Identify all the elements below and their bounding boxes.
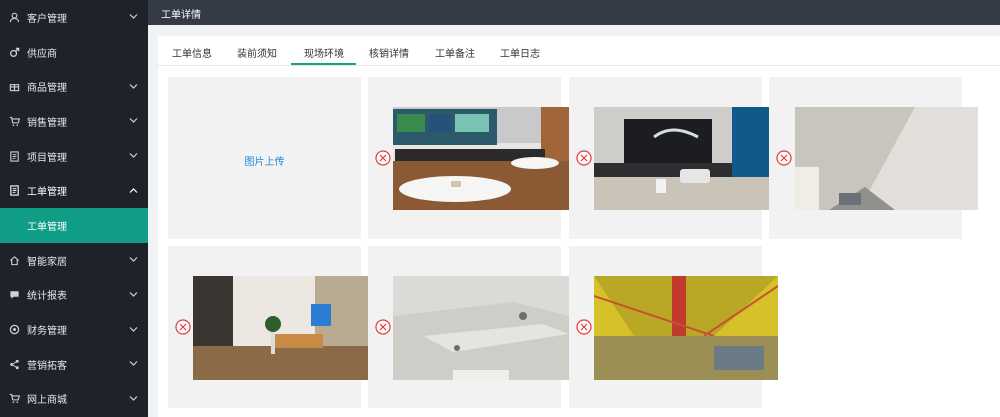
chevron-down-icon <box>129 12 138 23</box>
chevron-down-icon <box>129 289 138 300</box>
active-tab-indicator <box>291 63 356 65</box>
photo-card <box>368 77 569 239</box>
tab-site-environment[interactable]: 现场环境 <box>304 45 344 60</box>
chevron-down-icon <box>129 393 138 404</box>
photo-living-room-tv[interactable] <box>393 107 569 210</box>
chevron-down-icon <box>129 255 138 266</box>
photo-card <box>368 246 569 408</box>
sidebar-item-finance[interactable]: 财务管理 <box>0 312 148 347</box>
chevron-down-icon <box>129 324 138 335</box>
tab-order-notes[interactable]: 工单备注 <box>435 45 475 60</box>
sidebar-item-label: 客户管理 <box>27 13 67 25</box>
sidebar-item-label: 项目管理 <box>27 152 67 164</box>
chevron-down-icon <box>129 81 138 92</box>
sidebar-item-label: 营销拓客 <box>27 360 67 372</box>
delete-photo-icon[interactable] <box>576 319 592 335</box>
photo-living-room[interactable] <box>193 276 369 380</box>
sidebar-item-marketing[interactable]: 营销拓客 <box>0 347 148 382</box>
home-icon <box>8 254 20 266</box>
photo-ceiling-downlight[interactable] <box>393 276 569 380</box>
chevron-up-icon <box>129 185 138 196</box>
photo-projector-room[interactable] <box>594 107 770 210</box>
sidebar-item-sales[interactable]: 销售管理 <box>0 104 148 139</box>
tab-bar: 工单信息 装前须知 现场环境 核销详情 工单备注 工单日志 <box>158 36 1000 66</box>
cart-icon <box>8 115 20 127</box>
delete-photo-icon[interactable] <box>375 319 391 335</box>
sidebar: 客户管理 供应商 商品管理 销售管理 项目管理 工单管理 工单管理 智能家居 统… <box>0 0 148 417</box>
sidebar-subitem-work-orders[interactable]: 工单管理 <box>0 208 148 243</box>
photo-card <box>168 246 369 408</box>
delete-photo-icon[interactable] <box>576 150 592 166</box>
message-icon <box>8 289 20 301</box>
sidebar-item-work-orders[interactable]: 工单管理 <box>0 173 148 208</box>
sidebar-item-label: 销售管理 <box>27 117 67 129</box>
user-icon <box>8 11 20 23</box>
sidebar-item-online-store[interactable]: 网上商城 <box>0 382 148 417</box>
sidebar-item-reports[interactable]: 统计报表 <box>0 278 148 313</box>
sidebar-item-projects[interactable]: 项目管理 <box>0 139 148 174</box>
tab-pre-install-notes[interactable]: 装前须知 <box>237 45 277 60</box>
upload-label: 图片上传 <box>244 157 285 168</box>
photo-card <box>569 77 770 239</box>
tab-order-info[interactable]: 工单信息 <box>172 45 212 60</box>
tab-order-log[interactable]: 工单日志 <box>500 45 540 60</box>
chevron-down-icon <box>129 359 138 370</box>
photo-construction-ceiling[interactable] <box>594 276 778 380</box>
photo-ceiling-corner[interactable] <box>795 107 978 210</box>
tab-verification-details[interactable]: 核销详情 <box>369 45 409 60</box>
settings-icon <box>8 324 20 336</box>
delete-photo-icon[interactable] <box>175 319 191 335</box>
sidebar-item-label: 智能家居 <box>27 256 67 268</box>
document-icon <box>8 150 20 162</box>
sidebar-item-label: 统计报表 <box>27 291 67 303</box>
content-panel: 工单信息 装前须知 现场环境 核销详情 工单备注 工单日志 图片上传 <box>158 36 1000 417</box>
sidebar-item-customers[interactable]: 客户管理 <box>0 0 148 35</box>
sidebar-item-products[interactable]: 商品管理 <box>0 69 148 104</box>
chevron-down-icon <box>129 151 138 162</box>
image-upload-area[interactable]: 图片上传 <box>168 77 361 239</box>
sidebar-item-label: 工单管理 <box>27 187 67 199</box>
male-icon <box>8 46 20 58</box>
sidebar-item-label: 供应商 <box>27 48 57 60</box>
delete-photo-icon[interactable] <box>375 150 391 166</box>
sidebar-item-label: 网上商城 <box>27 395 67 407</box>
top-header: 工单详情 <box>148 0 1000 25</box>
photo-card <box>769 77 978 239</box>
sidebar-item-label: 商品管理 <box>27 83 67 95</box>
photo-card <box>569 246 778 408</box>
sidebar-item-suppliers[interactable]: 供应商 <box>0 35 148 70</box>
cart-icon <box>8 393 20 405</box>
chevron-down-icon <box>129 116 138 127</box>
sidebar-item-label: 财务管理 <box>27 326 67 338</box>
sidebar-item-smart-home[interactable]: 智能家居 <box>0 243 148 278</box>
share-icon <box>8 358 20 370</box>
document-icon <box>8 185 20 197</box>
sidebar-item-label: 工单管理 <box>27 221 67 233</box>
page-title: 工单详情 <box>161 10 201 21</box>
delete-photo-icon[interactable] <box>776 150 792 166</box>
gift-icon <box>8 81 20 93</box>
